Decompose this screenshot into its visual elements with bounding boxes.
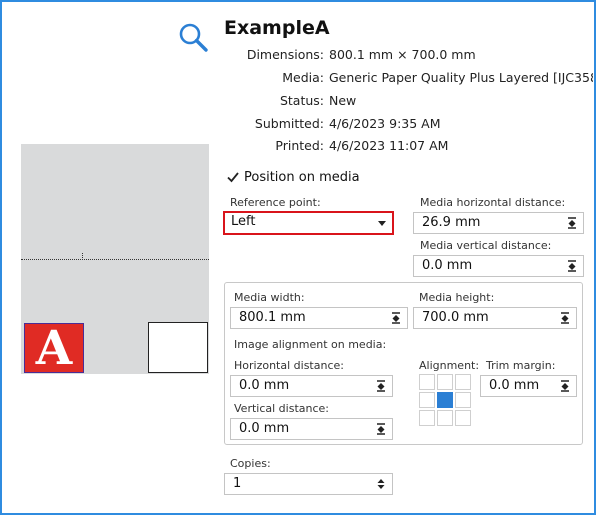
status-label: Status: (279, 93, 324, 108)
horizontal-distance-label: Horizontal distance: (234, 359, 344, 372)
media-height-value: 700.0 mm (422, 310, 489, 325)
reference-point-value: Left (231, 214, 256, 229)
vertical-distance-value: 0.0 mm (239, 421, 290, 436)
media-vertical-distance-value: 0.0 mm (422, 258, 473, 273)
media-width-value: 800.1 mm (239, 310, 306, 325)
media-vertical-distance-label: Media vertical distance: (420, 239, 552, 252)
media-sheet-preview (148, 322, 208, 373)
status-value: New (329, 93, 357, 108)
alignment-grid (419, 374, 473, 428)
media-horizontal-distance-input[interactable]: 26.9 mm (413, 212, 584, 234)
dialog-frame: ExampleA Dimensions: 800.1 mm × 700.0 mm… (0, 0, 596, 515)
copies-label: Copies: (230, 457, 271, 470)
submitted-value: 4/6/2023 9:35 AM (329, 116, 441, 131)
trim-margin-label: Trim margin: (486, 359, 556, 372)
spinner-icon[interactable] (560, 312, 570, 324)
spinner-icon[interactable] (567, 217, 577, 229)
dimensions-value: 800.1 mm × 700.0 mm (329, 47, 476, 62)
dimensions-label: Dimensions: (246, 47, 324, 62)
reference-point-select[interactable]: Left (223, 211, 394, 235)
image-letter: A (35, 323, 73, 373)
alignment-middle-center[interactable] (437, 392, 453, 408)
reference-tick (82, 253, 83, 258)
media-horizontal-distance-value: 26.9 mm (422, 215, 481, 230)
spinner-icon[interactable] (391, 312, 401, 324)
horizontal-distance-input[interactable]: 0.0 mm (230, 375, 393, 397)
media-value: Generic Paper Quality Plus Layered [IJC3… (329, 70, 593, 85)
alignment-middle-left[interactable] (419, 392, 435, 408)
alignment-bottom-right[interactable] (455, 410, 471, 426)
job-title: ExampleA (224, 17, 330, 39)
image-thumbnail: A (24, 323, 84, 373)
checkmark-icon[interactable] (226, 170, 240, 184)
media-label: Media: (282, 70, 324, 85)
trim-margin-input[interactable]: 0.0 mm (480, 375, 577, 397)
media-edge-line (21, 259, 209, 260)
media-width-label: Media width: (234, 291, 305, 304)
media-height-label: Media height: (419, 291, 495, 304)
chevron-down-icon (378, 221, 386, 226)
media-width-input[interactable]: 800.1 mm (230, 307, 408, 329)
position-on-media-label[interactable]: Position on media (244, 170, 360, 185)
alignment-top-left[interactable] (419, 374, 435, 390)
spinner-icon[interactable] (560, 380, 570, 392)
media-preview: A (21, 144, 209, 374)
alignment-middle-right[interactable] (455, 392, 471, 408)
alignment-bottom-center[interactable] (437, 410, 453, 426)
alignment-label: Alignment: (419, 359, 480, 372)
submitted-label: Submitted: (254, 116, 324, 131)
vertical-distance-input[interactable]: 0.0 mm (230, 418, 393, 440)
media-height-input[interactable]: 700.0 mm (413, 307, 577, 329)
copies-value: 1 (233, 476, 242, 491)
spinner-icon[interactable] (376, 380, 386, 392)
media-vertical-distance-input[interactable]: 0.0 mm (413, 255, 584, 277)
stepper-icon[interactable] (376, 478, 386, 490)
alignment-top-right[interactable] (455, 374, 471, 390)
media-horizontal-distance-label: Media horizontal distance: (420, 196, 566, 209)
printed-value: 4/6/2023 11:07 AM (329, 138, 449, 153)
spinner-icon[interactable] (567, 260, 577, 272)
alignment-bottom-left[interactable] (419, 410, 435, 426)
copies-input[interactable]: 1 (224, 473, 393, 495)
alignment-top-center[interactable] (437, 374, 453, 390)
trim-margin-value: 0.0 mm (489, 378, 540, 393)
vertical-distance-label: Vertical distance: (234, 402, 329, 415)
spinner-icon[interactable] (376, 423, 386, 435)
horizontal-distance-value: 0.0 mm (239, 378, 290, 393)
image-alignment-label: Image alignment on media: (234, 338, 387, 351)
reference-point-label: Reference point: (230, 196, 321, 209)
